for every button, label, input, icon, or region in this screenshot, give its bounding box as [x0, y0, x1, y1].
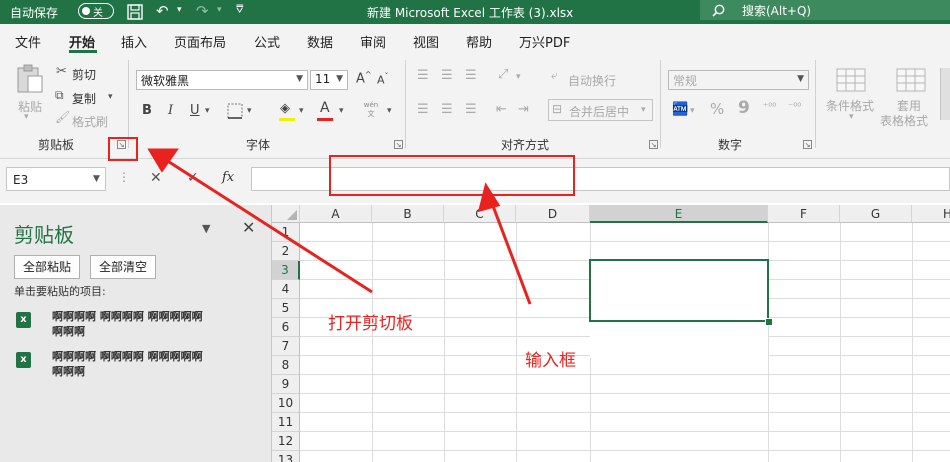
annotation-arrows: [147, 148, 532, 305]
annotation-open-clipboard: 打开剪切板: [328, 314, 413, 334]
annotation-input-box: 输入框: [525, 351, 576, 371]
